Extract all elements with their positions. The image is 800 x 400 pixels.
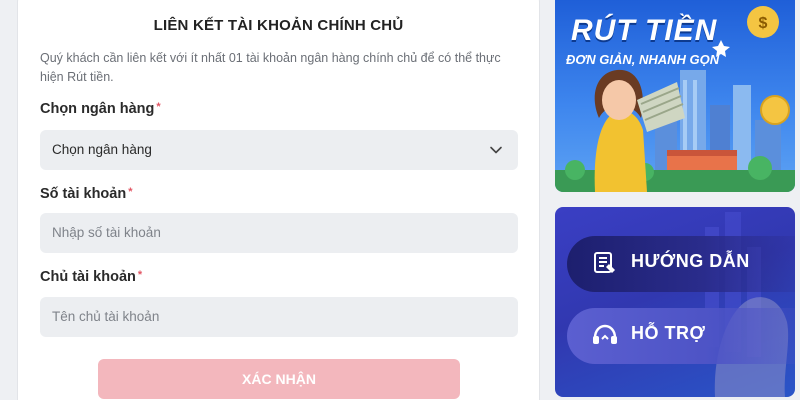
headset-icon [593,324,617,344]
bank-select-value: Chọn ngân hàng [52,142,152,157]
bank-label-text: Chọn ngân hàng [40,101,155,117]
support-label: HỖ TRỢ [631,323,706,343]
account-holder-input[interactable]: Tên chủ tài khoản [40,297,518,337]
guide-book-icon [594,252,615,273]
account-holder-label: Chủ tài khoản * [40,269,142,285]
link-account-form: LIÊN KẾT TÀI KHOẢN CHÍNH CHỦ Quý khách c… [17,0,540,400]
chevron-down-icon [490,146,502,154]
form-description: Quý khách cần liên kết với ít nhất 01 tà… [40,51,501,84]
guide-label: HƯỚNG DẪN [631,251,750,271]
account-number-label-text: Số tài khoản [40,186,127,202]
promo-subtitle: ĐƠN GIẢN, NHANH GỌN [566,52,720,67]
bank-select[interactable]: Chọn ngân hàng [40,130,518,170]
promo-title: RÚT TIỀN [571,14,718,47]
form-title: LIÊN KẾT TÀI KHOẢN CHÍNH CHỦ [153,17,404,34]
account-number-label: Số tài khoản * [40,186,133,202]
required-marker: * [156,101,161,113]
account-number-input[interactable]: Nhập số tài khoản [40,213,518,253]
submit-button[interactable]: XÁC NHẬN [98,359,460,399]
guide-button[interactable]: HƯỚNG DẪN [567,236,795,292]
required-marker: * [137,269,143,281]
account-holder-label-text: Chủ tài khoản [40,269,136,285]
help-panel: HƯỚNG DẪN HỖ TRỢ [555,207,795,397]
bank-label: Chọn ngân hàng * [40,101,161,117]
support-button[interactable]: HỖ TRỢ [567,308,795,364]
required-marker: * [128,186,133,198]
withdraw-promo-banner: $ RÚT TIỀN ĐƠN GIẢN, NHANH GỌN [555,0,795,192]
svg-text:$: $ [759,15,768,32]
